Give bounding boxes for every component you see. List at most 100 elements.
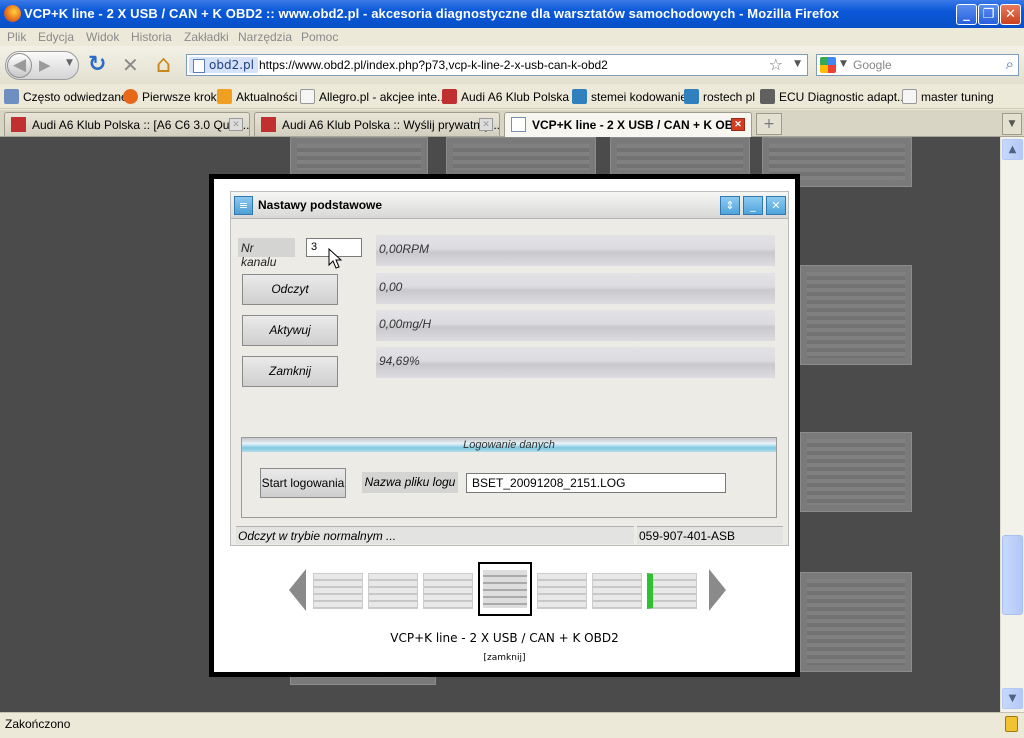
firefox-icon [4, 5, 21, 22]
log-panel: Logowanie danych Start logowania Nazwa p… [241, 437, 777, 518]
tab-list-button[interactable]: ▼ [1002, 113, 1022, 135]
reading-mass-flow: 0,00mg/H [376, 310, 775, 341]
search-engine-dropdown-icon[interactable]: ▼ [840, 59, 847, 69]
scrollbar-thumb[interactable] [1002, 535, 1023, 615]
bookmark-item[interactable]: Allegro.pl - akcjee inte... [300, 89, 447, 104]
gallery-thumbnail[interactable] [592, 573, 642, 609]
previous-image-icon[interactable] [289, 569, 306, 611]
new-tab-button[interactable]: + [756, 113, 782, 135]
back-icon: ◀ [12, 55, 27, 75]
window-title: VCP+K line - 2 X USB / CAN + K OBD2 :: w… [24, 6, 840, 21]
tab-bar: Audi A6 Klub Polska :: [A6 C6 3.0 Quat..… [0, 110, 1024, 137]
url-dropdown-icon[interactable]: ▼ [794, 59, 801, 69]
read-button[interactable]: Odczyt [242, 274, 338, 305]
status-bar: Zakończono [0, 712, 1024, 738]
rss-icon [217, 89, 232, 104]
background-image [800, 572, 912, 672]
history-dropdown-icon[interactable]: ▼ [66, 58, 73, 68]
back-button[interactable]: ◀ [7, 53, 32, 78]
bookmark-item[interactable]: Pierwsze kroki [123, 89, 219, 104]
reading-value: 0,00 [376, 273, 775, 304]
back-forward-group: ◀ ▶ ▼ [5, 51, 79, 80]
app-window-screenshot: ≡ Nastawy podstawowe ⇕ _ ✕ Nr kanalu 3 O… [230, 191, 789, 546]
search-icon[interactable]: ⌕ [1006, 55, 1014, 73]
gallery-thumbnail[interactable] [647, 573, 697, 609]
google-icon[interactable] [820, 57, 836, 73]
page-icon [300, 89, 315, 104]
close-app-button[interactable]: Zamknij [242, 356, 338, 387]
start-logging-button[interactable]: Start logowania [260, 468, 346, 498]
ecu-icon [760, 89, 775, 104]
search-box[interactable]: ▼ Google ⌕ [816, 54, 1019, 76]
app-status-row: Odczyt w trybie normalnym ... 059-907-40… [236, 526, 784, 544]
gallery-thumbnail-selected[interactable] [478, 562, 532, 616]
bookmark-item[interactable]: ECU Diagnostic adapt... [760, 89, 907, 104]
minimize-button[interactable]: _ [956, 4, 977, 25]
bookmarks-bar: Często odwiedzane Pierwsze kroki Aktualn… [0, 84, 1024, 109]
app-close-icon[interactable]: ✕ [766, 196, 786, 215]
menu-zakladki[interactable]: Zakładki [184, 30, 229, 44]
navigation-toolbar: ◀ ▶ ▼ ↻ ✕ ⌂ obd2.pl https://www.obd2.pl/… [0, 46, 1024, 84]
gallery-thumbnail[interactable] [368, 573, 418, 609]
app-minimize-icon[interactable]: _ [743, 196, 763, 215]
url-input[interactable]: https://www.obd2.pl/index.php?p73,vcp-k-… [259, 58, 608, 72]
close-button[interactable]: ✕ [1000, 4, 1021, 25]
app-restore-icon[interactable]: ⇕ [720, 196, 740, 215]
reading-percent: 94,69% [376, 347, 775, 378]
menu-pomoc[interactable]: Pomoc [301, 30, 338, 44]
menu-plik[interactable]: Plik [7, 30, 26, 44]
gallery-thumbnail[interactable] [423, 573, 473, 609]
lock-icon[interactable] [1005, 716, 1018, 732]
bookmark-item[interactable]: Aktualności [217, 89, 297, 104]
log-filename-input[interactable]: BSET_20091208_2151.LOG [466, 473, 726, 493]
bookmark-star-icon[interactable]: ☆ [769, 55, 783, 74]
site-identity-button[interactable]: obd2.pl [189, 57, 258, 73]
bookmark-item[interactable]: master tuning [902, 89, 994, 104]
page-icon [511, 117, 526, 132]
channel-label: Nr kanalu [238, 238, 295, 269]
part-number: 059-907-401-ASB [637, 526, 783, 544]
reading-rpm: 0,00RPM [376, 235, 775, 266]
tab-close-icon[interactable]: ✕ [479, 118, 493, 131]
gallery-thumbnail[interactable] [313, 573, 363, 609]
lightbox: ≡ Nastawy podstawowe ⇕ _ ✕ Nr kanalu 3 O… [209, 174, 800, 677]
home-icon[interactable]: ⌂ [156, 50, 171, 78]
activate-button[interactable]: Aktywuj [242, 315, 338, 346]
background-image [446, 137, 596, 177]
menu-edycja[interactable]: Edycja [38, 30, 74, 44]
mouse-cursor-icon [328, 248, 342, 269]
reload-icon[interactable]: ↻ [88, 52, 106, 77]
tab-close-icon[interactable]: ✕ [229, 118, 243, 131]
bookmark-item[interactable]: stemei kodowanie [572, 89, 687, 104]
bookmark-folder-icon [4, 89, 19, 104]
gallery-thumbnail[interactable] [537, 573, 587, 609]
bookmark-item[interactable]: rostech pl [684, 89, 755, 104]
window-titlebar: VCP+K line - 2 X USB / CAN + K OBD2 :: w… [0, 0, 1024, 28]
bookmark-item[interactable]: Często odwiedzane [4, 89, 128, 104]
menu-historia[interactable]: Historia [131, 30, 172, 44]
forward-icon[interactable]: ▶ [39, 56, 51, 74]
lightbox-close-link[interactable]: [zamknij] [214, 653, 795, 663]
stop-icon[interactable]: ✕ [122, 53, 139, 77]
app-window-icon: ≡ [234, 196, 253, 215]
log-filename-label: Nazwa pliku logu [362, 472, 458, 493]
status-text: Zakończono [5, 717, 71, 731]
background-image [290, 137, 428, 177]
scroll-up-icon[interactable]: ▲ [1002, 139, 1023, 160]
url-bar[interactable]: obd2.pl https://www.obd2.pl/index.php?p7… [186, 54, 808, 76]
tab-audi-a6-klub[interactable]: Audi A6 Klub Polska :: [A6 C6 3.0 Quat..… [4, 112, 250, 136]
search-input[interactable]: Google [853, 58, 892, 72]
log-section-title: Logowanie danych [242, 438, 776, 452]
scroll-down-icon[interactable]: ▼ [1002, 688, 1023, 709]
bookmark-item[interactable]: Audi A6 Klub Polska :: [442, 89, 579, 104]
tab-close-icon[interactable]: ✕ [731, 118, 745, 131]
background-image [800, 265, 912, 365]
next-image-icon[interactable] [709, 569, 726, 611]
vertical-scrollbar[interactable]: ▲ ▼ [1000, 137, 1024, 712]
tab-vcp-k-line[interactable]: VCP+K line - 2 X USB / CAN + K OB... ✕ [504, 112, 752, 137]
tab-audi-a6-pm[interactable]: Audi A6 Klub Polska :: Wyślij prywatną .… [254, 112, 500, 136]
menu-narzedzia[interactable]: Narzędzia [238, 30, 292, 44]
menu-widok[interactable]: Widok [86, 30, 119, 44]
site-icon [684, 89, 699, 104]
maximize-button[interactable]: ❐ [978, 4, 999, 25]
